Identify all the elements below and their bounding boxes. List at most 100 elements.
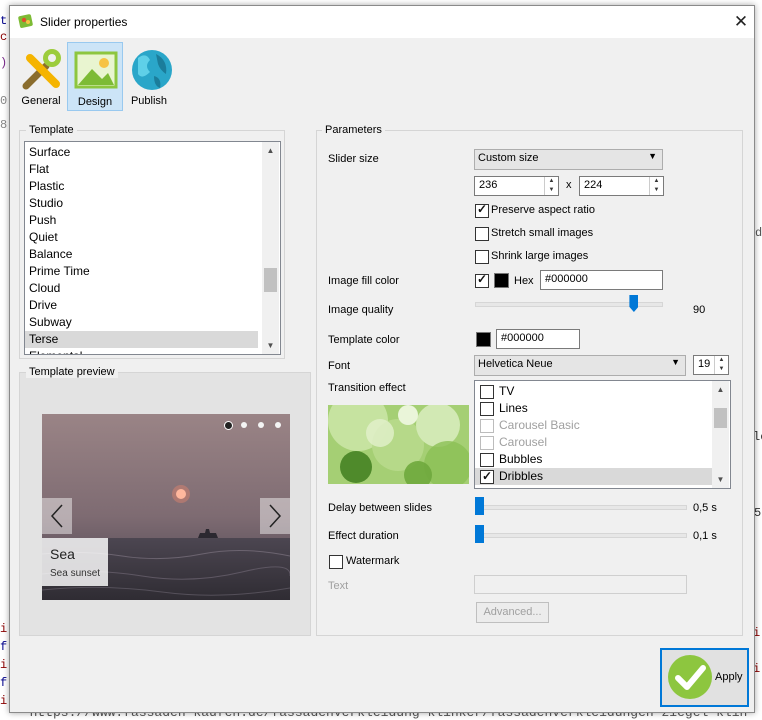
scroll-down-icon[interactable]: ▼ xyxy=(713,472,728,487)
image-quality-value: 90 xyxy=(693,304,706,316)
transition-list[interactable]: TV Lines Carousel Basic Carousel Bubbles Drib… xyxy=(474,380,731,489)
slide-dot[interactable] xyxy=(241,422,247,428)
parameters-group-title: Parameters xyxy=(322,124,385,136)
slide-caption: Sea Sea sunset xyxy=(42,538,108,586)
delay-slider[interactable] xyxy=(475,497,484,515)
transition-checkbox[interactable] xyxy=(480,436,494,450)
template-item[interactable]: Plastic xyxy=(25,178,258,195)
font-size-spinner[interactable]: ▲ ▼ xyxy=(714,356,728,374)
bg-fragment: t xyxy=(0,14,8,28)
advanced-button[interactable]: Advanced... xyxy=(476,602,549,623)
scroll-thumb[interactable] xyxy=(714,408,727,428)
caption-subtitle: Sea sunset xyxy=(50,568,101,579)
height-value: 224 xyxy=(584,179,603,191)
stretch-small-checkbox[interactable] xyxy=(475,227,489,241)
apply-button[interactable]: Apply xyxy=(660,648,749,707)
image-fill-checkbox[interactable] xyxy=(475,272,489,288)
transition-effect-label: Transition effect xyxy=(328,382,406,394)
template-item[interactable]: Cloud xyxy=(25,280,258,297)
scroll-up-icon[interactable]: ▲ xyxy=(713,382,728,397)
prev-slide-button[interactable] xyxy=(42,498,72,534)
hex-label: Hex xyxy=(514,275,534,287)
image-fill-hex-input[interactable]: #000000 xyxy=(540,270,663,290)
template-item[interactable]: Surface xyxy=(25,144,258,161)
title-bar: Slider properties ✕ xyxy=(10,6,754,38)
template-item[interactable]: Subway xyxy=(25,314,258,331)
template-group-title: Template xyxy=(26,124,77,136)
transition-checkbox[interactable] xyxy=(480,453,494,467)
slide-dot[interactable] xyxy=(275,422,281,428)
transition-checkbox[interactable] xyxy=(480,468,494,485)
delay-label: Delay between slides xyxy=(328,502,432,514)
font-size-input[interactable]: 19 ▲ ▼ xyxy=(693,355,729,375)
tab-design[interactable]: Design xyxy=(67,42,123,111)
font-select[interactable]: Helvetica Neue ▼ xyxy=(474,355,686,376)
bg-fragment: ) xyxy=(0,56,8,70)
image-quality-label: Image quality xyxy=(328,304,394,316)
caption-title: Sea xyxy=(50,546,75,562)
transition-checkbox[interactable] xyxy=(480,402,494,416)
tab-publish[interactable]: Publish xyxy=(122,42,176,109)
transition-item[interactable]: TV xyxy=(475,383,712,400)
slider-size-value: Custom size xyxy=(478,152,539,164)
template-color-hex-value: #000000 xyxy=(501,332,544,344)
width-spinner[interactable]: ▲ ▼ xyxy=(544,177,558,195)
template-item[interactable]: Quiet xyxy=(25,229,258,246)
close-button[interactable]: ✕ xyxy=(730,11,752,33)
transition-checkbox[interactable] xyxy=(480,385,494,399)
watermark-text-input[interactable] xyxy=(474,575,687,594)
template-item[interactable]: Balance xyxy=(25,246,258,263)
slide-dot[interactable] xyxy=(258,422,264,428)
height-spinner[interactable]: ▲ ▼ xyxy=(649,177,663,195)
delay-track[interactable] xyxy=(475,505,687,510)
template-item[interactable]: Push xyxy=(25,212,258,229)
chevron-down-icon: ▼ xyxy=(671,357,680,367)
scroll-thumb[interactable] xyxy=(264,268,277,292)
tab-general[interactable]: General xyxy=(14,42,68,109)
template-item[interactable]: Flat xyxy=(25,161,258,178)
slider-size-select[interactable]: Custom size ▼ xyxy=(474,149,663,170)
template-item[interactable]: Studio xyxy=(25,195,258,212)
next-slide-button[interactable] xyxy=(260,498,290,534)
template-item[interactable]: Terse xyxy=(25,331,258,348)
transition-item[interactable]: Carousel xyxy=(475,434,712,451)
shrink-large-checkbox[interactable] xyxy=(475,250,489,264)
transition-list-scrollbar[interactable]: ▲ ▼ xyxy=(712,381,729,488)
slide-dots xyxy=(224,421,284,431)
template-item[interactable]: Elemental xyxy=(25,348,258,354)
template-list-scrollbar[interactable]: ▲ ▼ xyxy=(262,142,279,354)
duration-track[interactable] xyxy=(475,533,687,538)
template-color-hex-input[interactable]: #000000 xyxy=(496,329,580,349)
transition-checkbox[interactable] xyxy=(480,419,494,433)
template-item[interactable]: Drive xyxy=(25,297,258,314)
app-icon xyxy=(18,14,33,28)
bg-fragment: i xyxy=(0,622,8,636)
slider-properties-dialog: Slider properties ✕ General Design Publi… xyxy=(9,5,755,713)
duration-slider[interactable] xyxy=(475,525,484,543)
template-color-swatch[interactable] xyxy=(476,332,491,347)
transition-item[interactable]: Dribbles xyxy=(475,468,712,485)
bg-fragment: i xyxy=(0,694,8,708)
height-input[interactable]: 224 ▲ ▼ xyxy=(579,176,664,196)
slide-dot-active[interactable] xyxy=(224,421,233,430)
transition-item[interactable]: Bubbles xyxy=(475,451,712,468)
preserve-aspect-checkbox[interactable] xyxy=(475,202,489,218)
bg-fragment: f xyxy=(0,640,8,654)
duration-label: Effect duration xyxy=(328,530,399,542)
width-value: 236 xyxy=(479,179,498,191)
transition-item[interactable]: Carousel Basic xyxy=(475,417,712,434)
font-label: Font xyxy=(328,360,351,372)
text-label: Text xyxy=(328,580,349,592)
transition-item[interactable]: Lines xyxy=(475,400,712,417)
image-fill-swatch[interactable] xyxy=(494,273,509,288)
width-input[interactable]: 236 ▲ ▼ xyxy=(474,176,559,196)
watermark-checkbox[interactable] xyxy=(329,555,343,569)
bg-fragment-right: 5 xyxy=(754,506,762,520)
scroll-up-icon[interactable]: ▲ xyxy=(263,143,278,158)
transition-label: Bubbles xyxy=(499,452,543,466)
template-item[interactable]: Prime Time xyxy=(25,263,258,280)
scroll-down-icon[interactable]: ▼ xyxy=(263,338,278,353)
font-value: Helvetica Neue xyxy=(478,358,553,370)
template-list[interactable]: Surface Flat Plastic Studio Push Quiet Balance… xyxy=(24,141,281,355)
bg-fragment: 8 xyxy=(0,118,8,132)
